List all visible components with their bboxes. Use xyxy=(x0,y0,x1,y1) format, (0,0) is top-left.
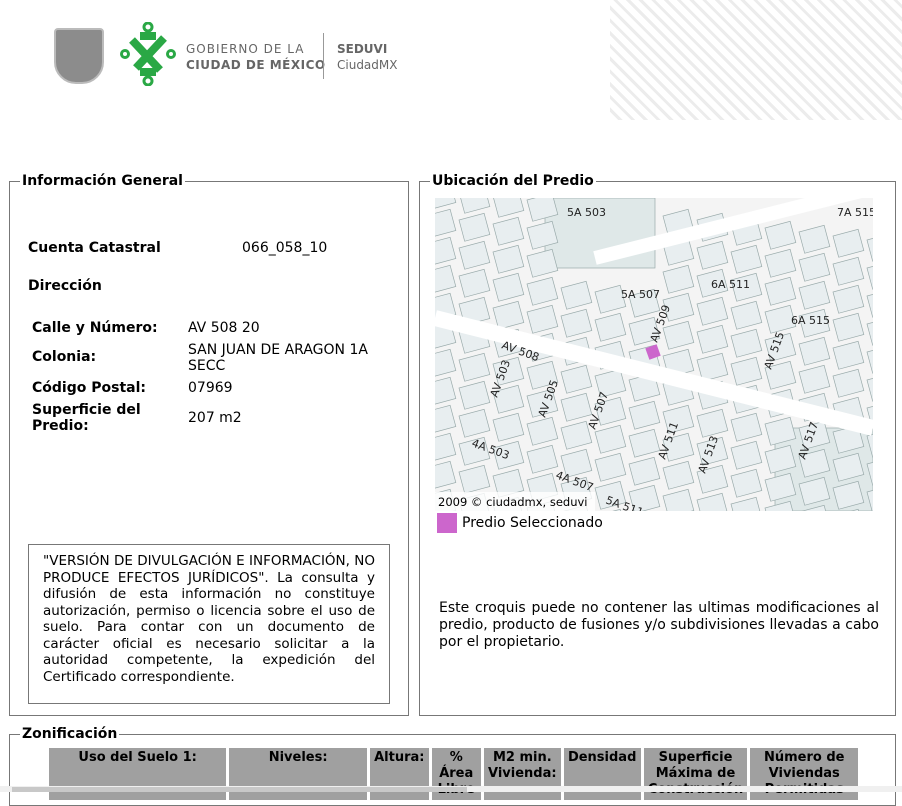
section-title: Ubicación del Predio xyxy=(432,173,594,189)
map-note: Este croquis puede no contener las ultim… xyxy=(439,600,879,650)
location-map[interactable]: 5A 503 7A 515 5A 507 6A 511 6A 515 AV 509 AV 5… xyxy=(435,198,873,511)
cuenta-label: Cuenta Catastral xyxy=(28,240,161,256)
disclaimer-notice: "VERSIÓN DE DIVULGACIÓN E INFORMACIÓN, N… xyxy=(28,544,390,704)
colonia-value: SAN JUAN DE ARAGON 1A SECC xyxy=(188,342,368,374)
direccion-label: Dirección xyxy=(28,278,102,294)
street-label: 6A 515 xyxy=(791,314,830,327)
cdmx-logo xyxy=(120,22,176,86)
column-header: Uso del Suelo 1: xyxy=(49,748,230,800)
legend-label: Predio Seleccionado xyxy=(462,515,603,531)
colonia-label: Colonia: xyxy=(32,349,97,365)
column-header: Número de Viviendas Permitidas xyxy=(748,748,861,800)
decorative-pattern xyxy=(610,0,902,120)
gobierno-text: GOBIERNO DE LA CIUDAD DE MÉXICO xyxy=(186,42,326,72)
section-title: Información General xyxy=(22,173,183,189)
map-legend: Predio Seleccionado xyxy=(437,513,603,533)
superficie-value: 207 m2 xyxy=(188,410,242,426)
column-header: Superficie Máxima de Construcción xyxy=(642,748,751,800)
street-label: 7A 515 xyxy=(837,206,873,219)
cp-value: 07969 xyxy=(188,380,233,396)
column-header: Niveles: xyxy=(227,748,370,800)
header: GOBIERNO DE LA CIUDAD DE MÉXICO SEDUVI Ciu… xyxy=(0,0,902,120)
street-label: 5A 503 xyxy=(567,206,606,219)
calle-label: Calle y Número: xyxy=(32,320,158,336)
selected-swatch xyxy=(437,513,457,533)
section-title: Zonificación xyxy=(22,726,118,742)
street-label: 6A 511 xyxy=(711,278,750,291)
map-copyright: 2009 © ciudadmx, seduvi xyxy=(438,495,588,509)
cp-label: Código Postal: xyxy=(32,380,146,396)
cdmx-shield-logo xyxy=(54,28,104,84)
cuenta-value: 066_058_10 xyxy=(242,240,328,256)
column-header: Densidad xyxy=(562,748,644,800)
seduvi-text: SEDUVI CiudadMX xyxy=(337,42,398,72)
street-label: 5A 507 xyxy=(621,288,660,301)
column-header: M2 min. Vivienda: xyxy=(482,748,564,800)
superficie-label: Superficie del Predio: xyxy=(32,402,141,434)
zonificacion-table: Uso del Suelo 1:Niveles:Altura:% Área Li… xyxy=(49,748,861,800)
horizontal-scrollbar[interactable] xyxy=(0,786,902,792)
scrollbar-thumb[interactable] xyxy=(12,787,467,792)
column-header: Altura: xyxy=(368,748,432,800)
calle-value: AV 508 20 xyxy=(188,320,260,336)
column-header: % Área Libre xyxy=(430,748,484,800)
